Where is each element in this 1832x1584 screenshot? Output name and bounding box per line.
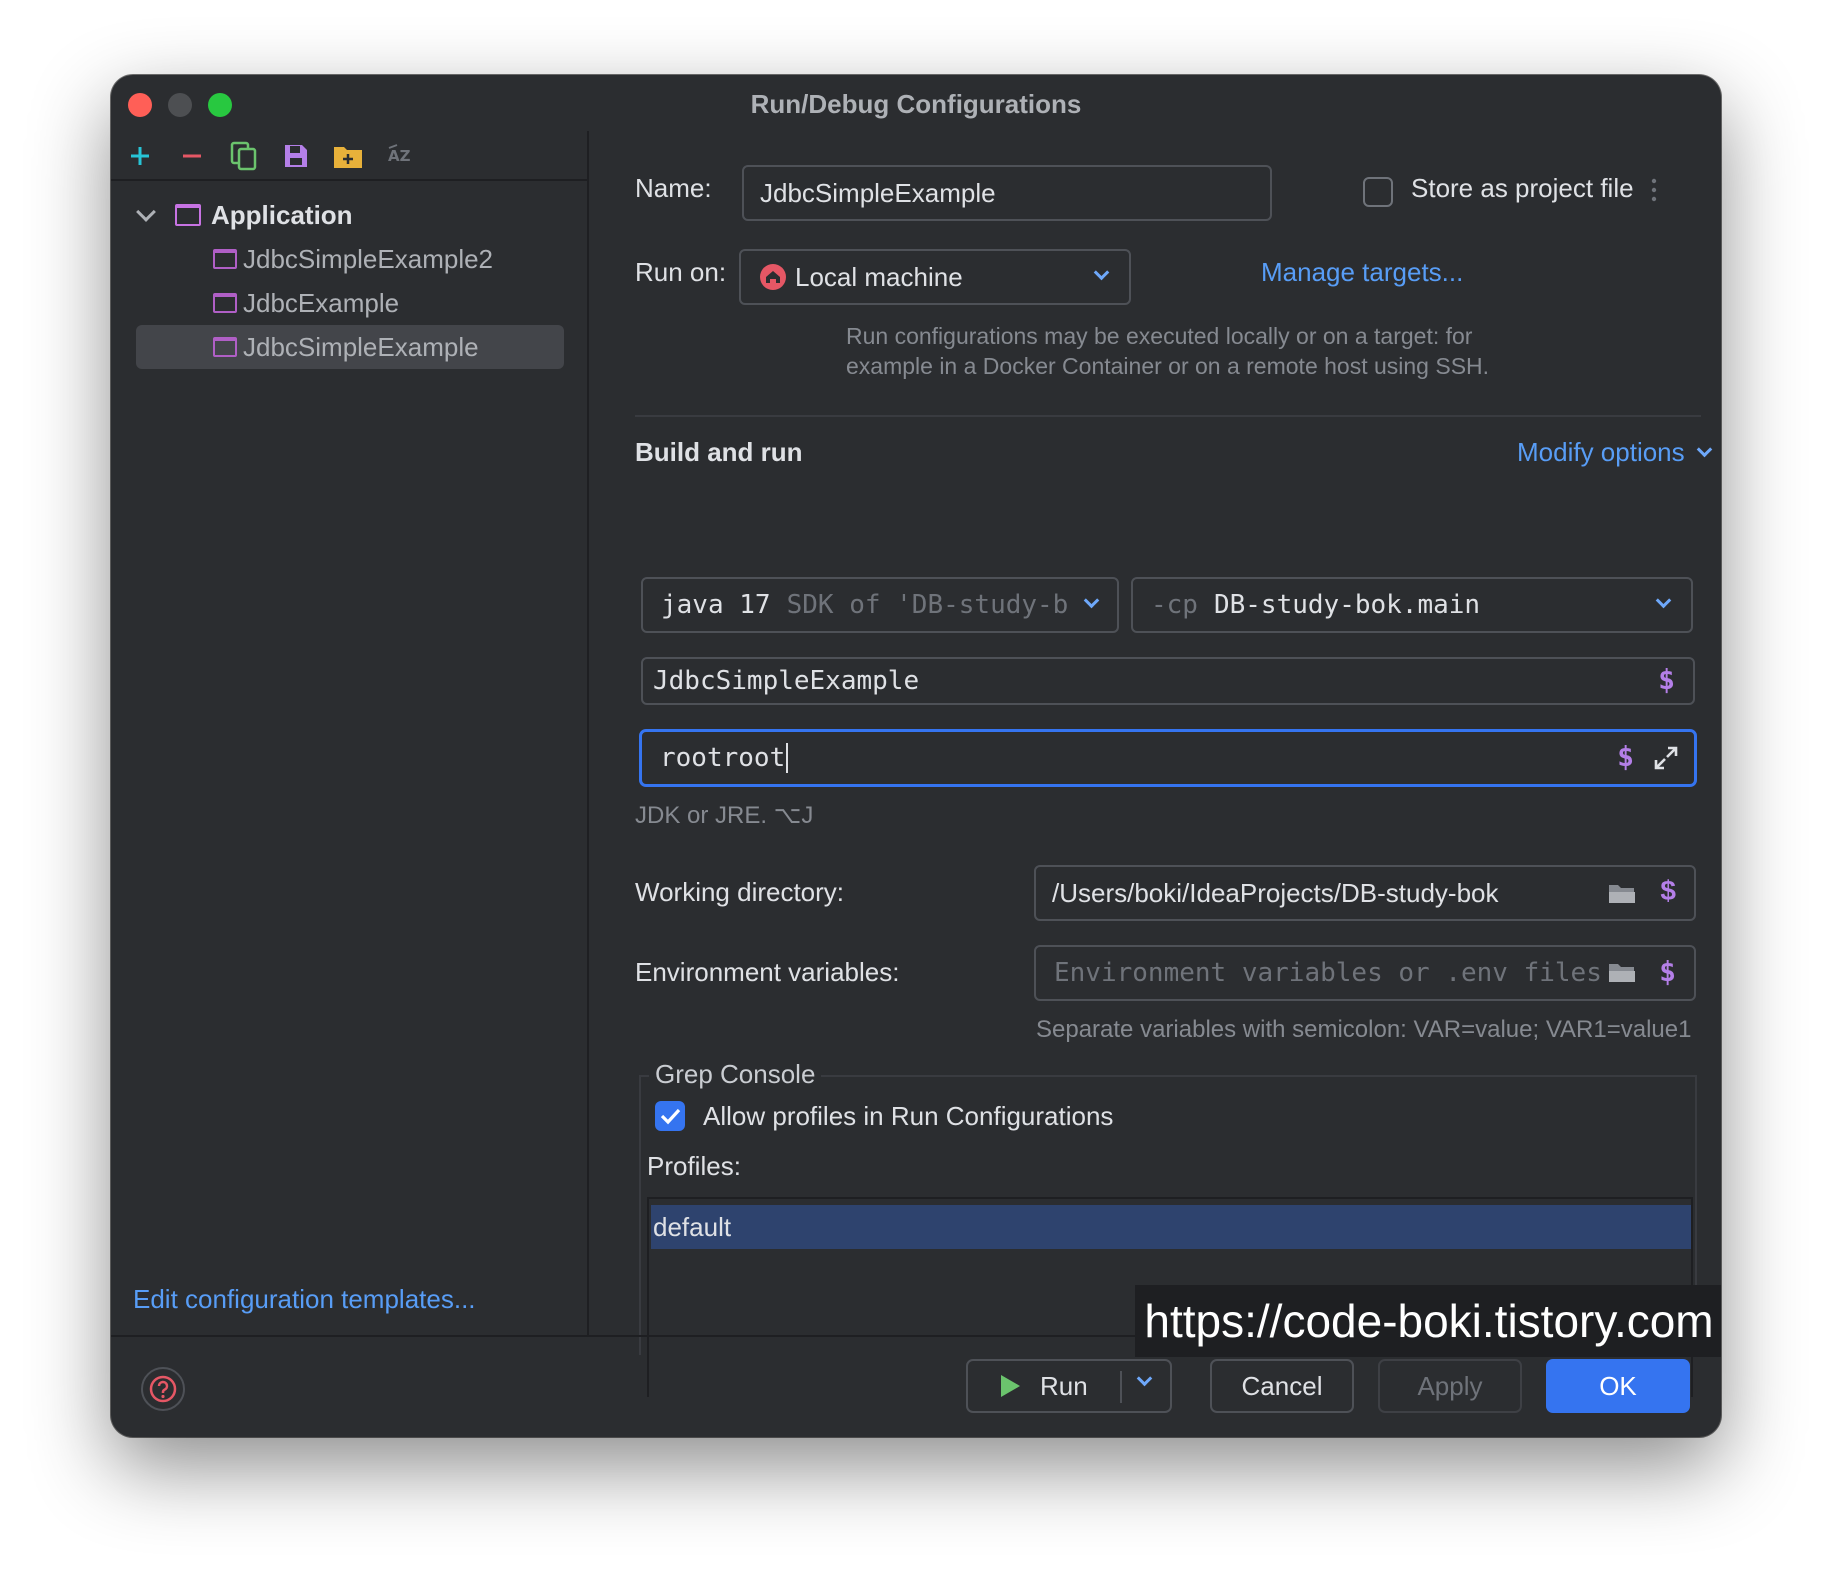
tree-item-label: JdbcExample [243,287,400,318]
jre-description: SDK of 'DB-study-b [786,590,1069,620]
application-config-icon [213,293,237,313]
home-icon [759,263,787,291]
chevron-down-icon[interactable] [136,202,156,222]
environment-variables-placeholder: Environment variables or .env files [1054,958,1602,988]
name-label: Name: [635,173,712,203]
macro-dollar-icon[interactable]: $ [1658,663,1675,696]
tree-node-application[interactable]: Application [135,193,353,237]
store-as-project-file-label: Store as project file [1411,173,1634,203]
tree-item-jdbcexample[interactable]: JdbcExample [213,281,399,325]
new-folder-icon[interactable] [331,139,365,173]
chevron-down-icon [1083,592,1100,609]
classpath-flag: -cp [1151,590,1198,620]
folder-icon[interactable] [1608,881,1636,903]
application-config-icon [213,337,237,357]
help-icon [149,1375,177,1403]
configuration-form: Name: JdbcSimpleExample Store as project… [591,131,1721,1397]
add-configuration-icon[interactable] [123,139,157,173]
chevron-down-icon [1093,264,1110,281]
edit-configuration-templates-link[interactable]: Edit configuration templates... [133,1284,476,1315]
profiles-label: Profiles: [647,1151,741,1181]
play-icon [1001,1375,1020,1397]
chevron-down-icon [1655,592,1672,609]
classpath-module: DB-study-bok.main [1213,590,1481,620]
run-button[interactable]: Run [966,1359,1172,1413]
jdk-hint: JDK or JRE. ⌥J [635,802,814,829]
remove-configuration-icon[interactable] [175,139,209,173]
checkmark-icon [660,1108,681,1125]
working-directory-label: Working directory: [635,877,845,907]
tree-item-label: JdbcSimpleExample [243,331,479,362]
program-arguments-input[interactable]: rootroot $ [639,729,1697,787]
name-input[interactable]: JdbcSimpleExample [742,165,1272,221]
section-divider [635,415,1701,417]
environment-variables-hint: Separate variables with semicolon: VAR=v… [1036,1016,1692,1043]
tree-item-label: JdbcSimpleExample2 [243,243,494,274]
help-button[interactable] [141,1367,185,1411]
title-bar: Run/Debug Configurations [111,75,1721,131]
manage-targets-link[interactable]: Manage targets... [1261,257,1463,288]
classpath-module-select[interactable]: -cp DB-study-bok.main [1131,577,1693,633]
chevron-down-icon [1696,441,1712,458]
chevron-down-icon[interactable] [1136,1370,1153,1387]
macro-dollar-icon[interactable]: $ [1659,955,1676,988]
more-options-icon[interactable] [1651,177,1657,203]
run-button-label: Run [1040,1370,1088,1401]
configurations-sidebar: AZ Application JdbcSimpleExample2 JdbcEx… [111,131,589,1335]
jre-version: java 17 [661,590,771,620]
svg-text:AZ: AZ [388,147,411,165]
application-config-icon [213,249,237,269]
sort-alphabetically-icon[interactable]: AZ [383,139,417,173]
tree-item-jdbcsimpleexample2[interactable]: JdbcSimpleExample2 [213,237,493,281]
environment-variables-label: Environment variables: [635,957,900,987]
jre-select[interactable]: java 17 SDK of 'DB-study-b [641,577,1119,633]
ok-button[interactable]: OK [1546,1359,1690,1413]
watermark-url: https://code-boki.tistory.com [1135,1285,1721,1357]
program-arguments-value: rootroot [660,743,786,773]
list-item[interactable]: default [651,1205,1691,1249]
modify-options-label: Modify options [1517,437,1685,467]
run-on-hint-line-1: Run configurations may be executed local… [846,323,1473,349]
split-divider [1120,1371,1122,1403]
text-cursor [786,743,789,773]
grep-console-title: Grep Console [649,1059,822,1090]
run-on-value: Local machine [795,261,963,292]
working-directory-value: /Users/boki/IdeaProjects/DB-study-bok [1052,877,1499,908]
run-debug-dialog: Run/Debug Configurations AZ Application … [111,75,1721,1437]
dialog-title: Run/Debug Configurations [750,89,1082,119]
tree-item-jdbcsimpleexample[interactable]: JdbcSimpleExample [136,325,564,369]
run-on-hint-line-2: example in a Docker Container or on a re… [846,353,1490,379]
tree-node-label: Application [211,199,353,230]
folder-icon[interactable] [1608,961,1636,983]
build-and-run-title: Build and run [635,437,803,467]
allow-profiles-label: Allow profiles in Run Configurations [703,1101,1114,1131]
macro-dollar-icon[interactable]: $ [1617,740,1634,773]
macro-dollar-icon[interactable]: $ [1660,875,1676,907]
working-directory-input[interactable]: /Users/boki/IdeaProjects/DB-study-bok $ [1034,865,1696,921]
environment-variables-input[interactable]: Environment variables or .env files $ [1034,945,1696,1001]
sidebar-toolbar: AZ [111,131,587,181]
run-on-select[interactable]: Local machine [739,249,1131,305]
run-on-label: Run on: [635,257,727,287]
modify-options-link[interactable]: Modify options [1517,437,1712,468]
application-config-icon [175,204,201,226]
name-input-value: JdbcSimpleExample [760,177,996,208]
expand-icon[interactable] [1652,744,1680,772]
main-class-input[interactable]: JdbcSimpleExample $ [641,657,1695,705]
save-configuration-icon[interactable] [279,139,313,173]
main-class-value: JdbcSimpleExample [653,666,920,696]
copy-configuration-icon[interactable] [227,139,261,173]
cancel-button[interactable]: Cancel [1210,1359,1354,1413]
apply-button[interactable]: Apply [1378,1359,1522,1413]
store-as-project-file-checkbox[interactable] [1363,177,1393,207]
allow-profiles-checkbox[interactable] [655,1101,685,1131]
